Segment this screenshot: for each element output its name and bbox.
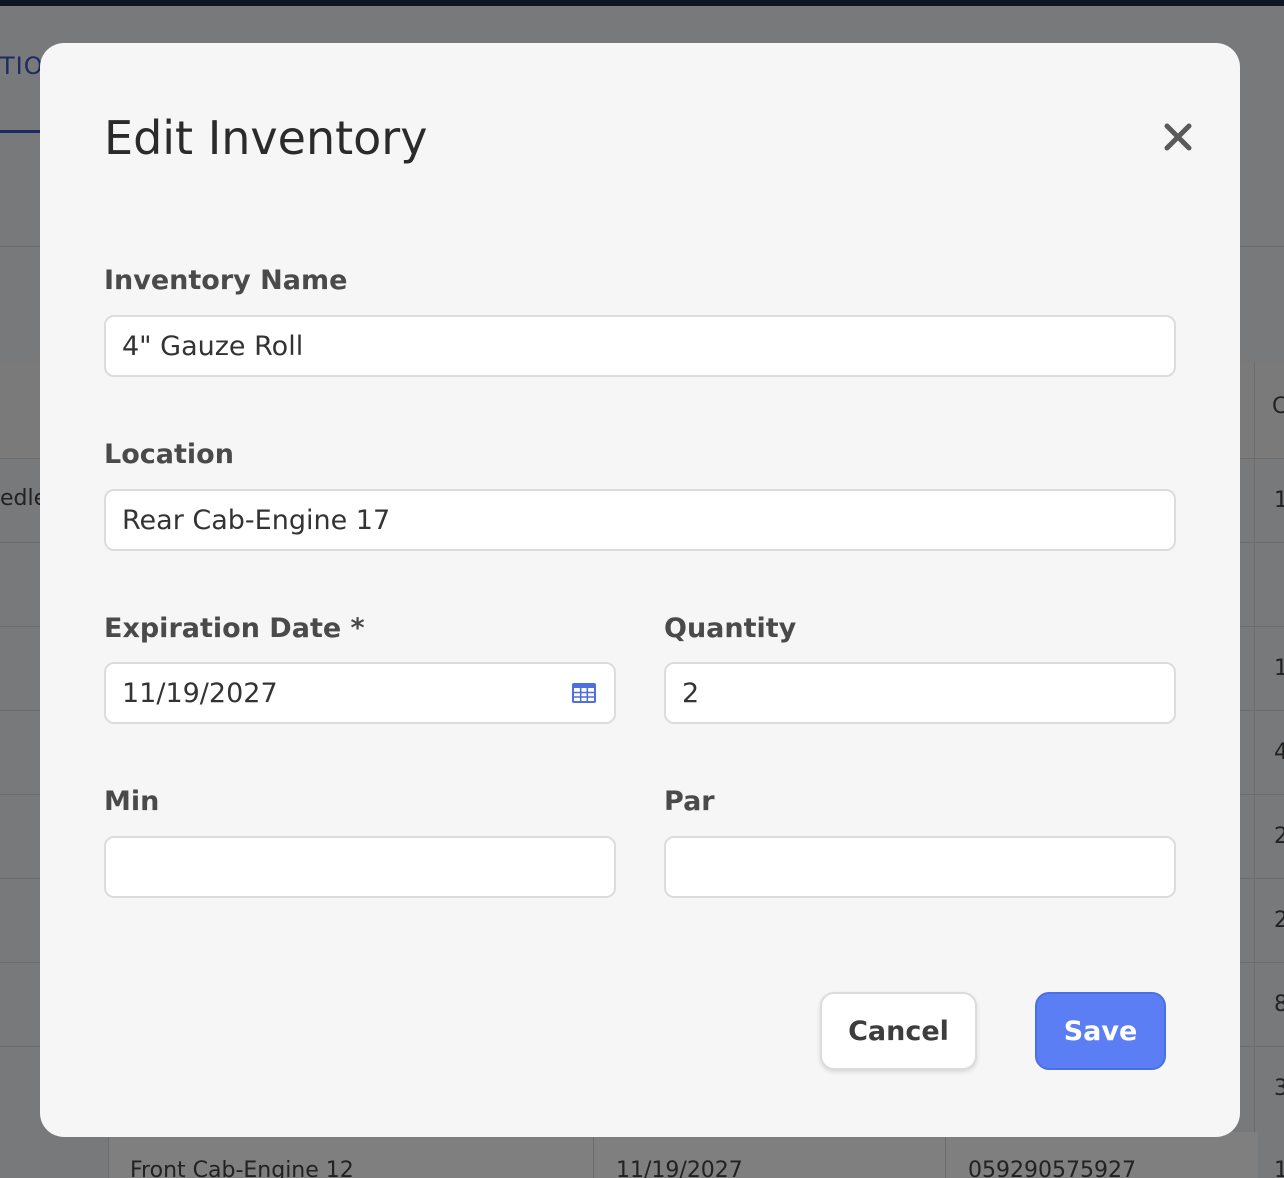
calendar-icon[interactable] — [570, 681, 598, 705]
save-button[interactable]: Save — [1035, 992, 1166, 1070]
edit-inventory-modal: Edit Inventory Inventory Name 4" Gauze R… — [40, 43, 1240, 1137]
close-x-icon — [1164, 123, 1192, 151]
quantity-value: 2 — [682, 677, 700, 709]
cancel-button[interactable]: Cancel — [820, 992, 977, 1070]
location-input[interactable]: Rear Cab-Engine 17 — [104, 489, 1176, 551]
par-label: Par — [664, 786, 715, 817]
inventory-name-label: Inventory Name — [104, 265, 348, 296]
expiration-date-label: Expiration Date * — [104, 613, 365, 644]
close-button[interactable] — [1156, 115, 1200, 159]
location-value: Rear Cab-Engine 17 — [122, 504, 391, 536]
expiration-date-input[interactable]: 11/19/2027 — [104, 662, 616, 724]
par-input[interactable] — [664, 836, 1176, 898]
inventory-name-value: 4" Gauze Roll — [122, 330, 304, 362]
quantity-input[interactable]: 2 — [664, 662, 1176, 724]
modal-title: Edit Inventory — [104, 111, 428, 165]
location-label: Location — [104, 439, 234, 470]
inventory-name-input[interactable]: 4" Gauze Roll — [104, 315, 1176, 377]
min-input[interactable] — [104, 836, 616, 898]
quantity-label: Quantity — [664, 613, 797, 644]
expiration-date-value: 11/19/2027 — [122, 677, 278, 709]
min-label: Min — [104, 786, 160, 817]
